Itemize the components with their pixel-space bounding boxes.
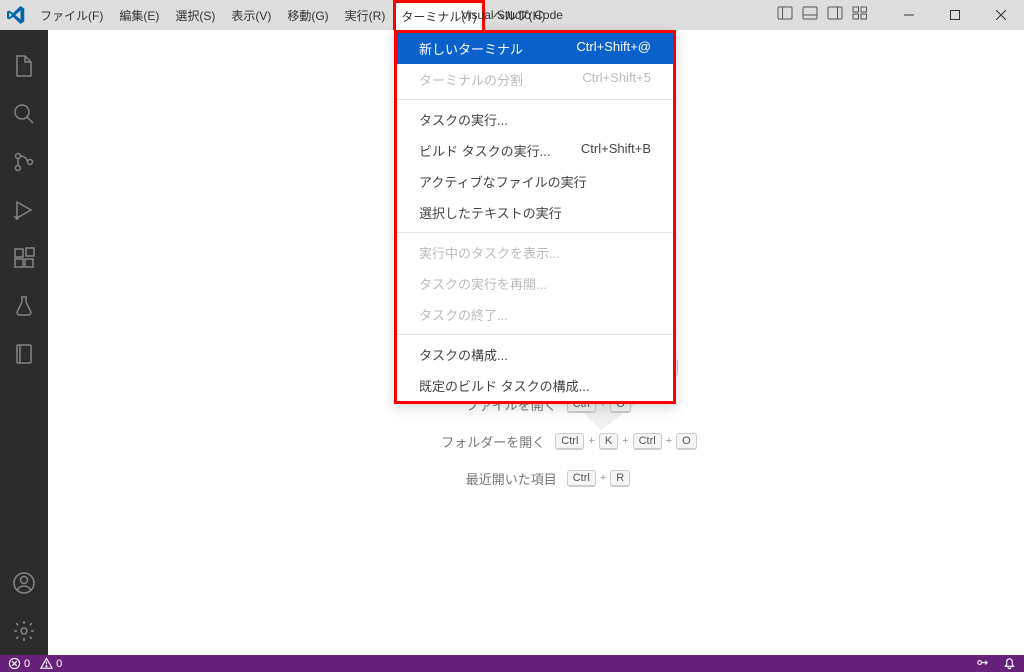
toggle-secondary-sidebar-icon[interactable] xyxy=(827,5,843,26)
shortcut-label: 最近開いた項目 xyxy=(387,469,557,488)
window-minimize-button[interactable] xyxy=(886,0,932,30)
menu-item: タスクの実行を再開... xyxy=(397,268,673,299)
explorer-icon[interactable] xyxy=(0,42,48,90)
accounts-icon[interactable] xyxy=(0,559,48,607)
menu-item-label: ターミナルの分割 xyxy=(419,70,523,89)
menu-item-label: タスクの終了... xyxy=(419,305,508,324)
activitybar xyxy=(0,30,48,655)
search-icon[interactable] xyxy=(0,90,48,138)
kbd-key: Ctrl xyxy=(633,433,662,450)
source-control-icon[interactable] xyxy=(0,138,48,186)
kbd-key: K xyxy=(599,433,618,450)
kbd-key: Ctrl xyxy=(567,470,596,487)
menu-file[interactable]: ファイル(F) xyxy=(32,0,111,30)
menu-item-label: アクティブなファイルの実行 xyxy=(419,172,587,191)
menu-item: 実行中のタスクを表示... xyxy=(397,237,673,268)
shortcut-keys: Ctrl+K+Ctrl+O xyxy=(555,433,696,450)
status-problems[interactable]: 0 0 xyxy=(8,657,62,670)
menu-separator xyxy=(397,232,673,233)
shortcut-label: フォルダーを開く xyxy=(375,432,545,451)
menu-selection[interactable]: 選択(S) xyxy=(167,0,223,30)
menu-item-shortcut: Ctrl+Shift+@ xyxy=(576,39,651,58)
toggle-panel-icon[interactable] xyxy=(802,5,818,26)
warning-icon xyxy=(40,657,53,670)
warning-count: 0 xyxy=(56,658,62,670)
menu-item-label: 実行中のタスクを表示... xyxy=(419,243,560,262)
menu-item: ターミナルの分割 Ctrl+Shift+5 xyxy=(397,64,673,95)
error-icon xyxy=(8,657,21,670)
menu-item-shortcut: Ctrl+Shift+5 xyxy=(582,70,651,89)
window-maximize-button[interactable] xyxy=(932,0,978,30)
notifications-bell-icon[interactable] xyxy=(1003,657,1016,670)
menu-view[interactable]: 表示(V) xyxy=(223,0,279,30)
menu-item-shortcut: Ctrl+Shift+B xyxy=(581,141,651,160)
kbd-key: O xyxy=(676,433,697,450)
settings-gear-icon[interactable] xyxy=(0,607,48,655)
shortcut-row: 最近開いた項目 Ctrl+R xyxy=(375,469,696,488)
testing-icon[interactable] xyxy=(0,282,48,330)
app-title: Visual Studio Code xyxy=(461,8,563,22)
statusbar: 0 0 xyxy=(0,655,1024,672)
menu-item-label: 新しいターミナル xyxy=(419,39,523,58)
menu-item[interactable]: タスクの構成... xyxy=(397,339,673,370)
menu-item[interactable]: アクティブなファイルの実行 xyxy=(397,166,673,197)
menu-edit[interactable]: 編集(E) xyxy=(111,0,167,30)
menu-item[interactable]: 既定のビルド タスクの構成... xyxy=(397,370,673,401)
vscode-logo-icon xyxy=(7,6,25,24)
window-close-button[interactable] xyxy=(978,0,1024,30)
titlebar: ファイル(F) 編集(E) 選択(S) 表示(V) 移動(G) 実行(R) ター… xyxy=(0,0,1024,30)
feedback-icon[interactable] xyxy=(976,657,989,670)
menu-item-label: ビルド タスクの実行... xyxy=(419,141,550,160)
menu-item[interactable]: 新しいターミナル Ctrl+Shift+@ xyxy=(397,33,673,64)
references-icon[interactable] xyxy=(0,330,48,378)
menu-item[interactable]: タスクの実行... xyxy=(397,104,673,135)
menu-item-label: タスクの実行... xyxy=(419,110,508,129)
extensions-icon[interactable] xyxy=(0,234,48,282)
layout-buttons xyxy=(777,5,868,26)
terminal-menu-dropdown: 新しいターミナル Ctrl+Shift+@ ターミナルの分割 Ctrl+Shift+5… xyxy=(394,30,676,404)
menu-item: タスクの終了... xyxy=(397,299,673,330)
menu-item-label: 既定のビルド タスクの構成... xyxy=(419,376,589,395)
menu-item-label: タスクの構成... xyxy=(419,345,508,364)
kbd-key: Ctrl xyxy=(555,433,584,450)
error-count: 0 xyxy=(24,658,30,670)
menu-separator xyxy=(397,334,673,335)
menu-go[interactable]: 移動(G) xyxy=(279,0,336,30)
titlebar-right xyxy=(777,0,1024,30)
menu-item-label: タスクの実行を再開... xyxy=(419,274,547,293)
toggle-primary-sidebar-icon[interactable] xyxy=(777,5,793,26)
shortcut-row: フォルダーを開く Ctrl+K+Ctrl+O xyxy=(375,432,696,451)
menu-item[interactable]: ビルド タスクの実行... Ctrl+Shift+B xyxy=(397,135,673,166)
menu-separator xyxy=(397,99,673,100)
menu-item[interactable]: 選択したテキストの実行 xyxy=(397,197,673,228)
menu-run[interactable]: 実行(R) xyxy=(337,0,394,30)
run-debug-icon[interactable] xyxy=(0,186,48,234)
shortcut-keys: Ctrl+R xyxy=(567,470,697,487)
kbd-key: R xyxy=(610,470,630,487)
customize-layout-icon[interactable] xyxy=(852,5,868,26)
menu-item-label: 選択したテキストの実行 xyxy=(419,203,562,222)
